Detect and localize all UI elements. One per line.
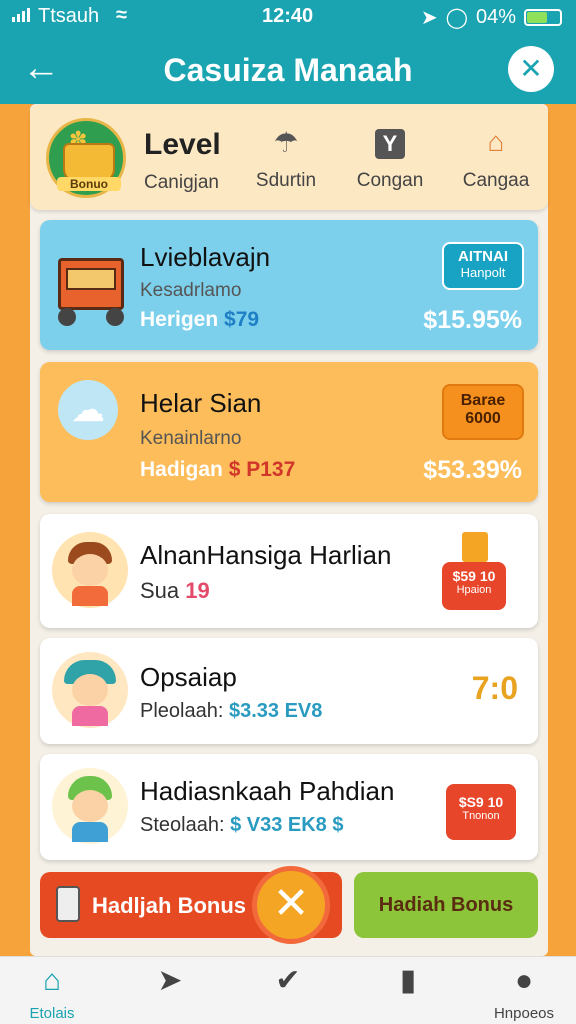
card-subtitle: Kenainlarno [140, 428, 242, 449]
umbrella-icon: ☂ [273, 127, 299, 158]
card-title: Lvieblavajn [140, 242, 271, 272]
girl-avatar-icon [52, 652, 128, 728]
reward-label: Herigen [140, 308, 219, 331]
bonus-button-right[interactable]: Hadiah Bonus [354, 872, 538, 938]
battery-icon [524, 9, 562, 26]
tab-label: Etolais [29, 1005, 75, 1022]
location-icon: ➤ [420, 7, 438, 29]
reward-value: $79 [224, 308, 260, 331]
jar-icon [56, 886, 80, 922]
reward-label: Hadigan [140, 458, 223, 481]
status-bar: Ttsauh ≈ 12:40 ➤ ◯ 04% [0, 0, 576, 34]
offer-card-3[interactable]: AlnanHansiga Harlian Sua 19 $59 10 Hpaio… [40, 514, 538, 628]
card-badge[interactable]: $S9 10 Tnonon [438, 766, 524, 852]
badge-bottom: 6000 [465, 410, 501, 427]
level-badge-label: Bonuo [57, 177, 121, 191]
offer-card-4[interactable]: Opsaiap Pleolaah: $3.33 EV8 7:0 [40, 638, 538, 744]
wifi-icon: ≈ [116, 4, 127, 26]
card-subtitle: Kesadrlamo [140, 280, 242, 301]
send-icon: ➤ [157, 964, 183, 997]
close-circle-button[interactable]: ✕ [252, 866, 330, 944]
level-badge-icon[interactable]: ✽ Bonuo [46, 118, 126, 198]
card-reward: Hadigan $ P137 [140, 458, 295, 482]
reward-value: $ P137 [228, 458, 296, 481]
level-bar: ✽ Bonuo Level Canigjan ☂ Sdurtin Y Conga… [30, 104, 548, 210]
profile-icon: ● [514, 964, 534, 997]
sub-label: Sua [140, 578, 180, 603]
badge-top: AITNAI [458, 248, 508, 265]
sub-label: Pleolaah: [140, 700, 224, 722]
page-title: Casuiza Manaah [163, 52, 413, 88]
offer-card-1[interactable]: Lvieblavajn Kesadrlamo Herigen $79 AITNA… [40, 220, 538, 350]
tab-send[interactable]: ➤ [120, 963, 220, 999]
house-icon: ⌂ [487, 126, 505, 157]
level-item-label: Cangaa [462, 170, 530, 191]
level-item-label: Sdurtin [255, 170, 317, 191]
card-title: AlnanHansiga Harlian [140, 540, 392, 570]
card-title: Hadiasnkaah Pahdian [140, 776, 395, 806]
card-badge[interactable]: AITNAI Hanpolt [442, 242, 524, 290]
signal-icon [12, 8, 30, 22]
level-item-label: Congan [356, 170, 424, 191]
level-title: Level [144, 128, 221, 161]
carrier-name: Ttsauh [38, 5, 100, 27]
battery-percent: 04% [475, 6, 516, 28]
card-subtitle: Sua 19 [140, 578, 210, 604]
close-icon[interactable]: ✕ [508, 46, 554, 92]
tab-profile[interactable]: ● Hnpoeos [474, 963, 574, 1022]
tab-check[interactable]: ✔ [238, 963, 338, 999]
card-badge[interactable]: $59 10 Hpaion [442, 532, 506, 610]
level-subtitle: Canigjan [144, 172, 219, 193]
card-subtitle: Steolaah: $ V33 EK8 $ [140, 814, 344, 837]
card-subtitle: Pleolaah: $3.33 EV8 [140, 700, 322, 723]
sub-value: 19 [185, 578, 210, 603]
tab-book[interactable]: ▮ [358, 963, 458, 999]
sub-value: $ V33 EK8 $ [230, 814, 344, 836]
card-reward: Herigen $79 [140, 308, 259, 332]
badge-bottom: Hanpolt [460, 265, 506, 280]
alarm-icon: ◯ [445, 7, 468, 29]
home-icon: ⌂ [42, 964, 62, 997]
level-item-cangaa[interactable]: ⌂ Cangaa [446, 126, 546, 192]
badge-top: Barae [460, 392, 506, 409]
badge-top: $S9 10 [458, 794, 504, 810]
tab-label: Hnpoeos [493, 1005, 555, 1022]
bonus-button-left-label: Hadljah Bonus [92, 893, 247, 918]
card-title: Helar Sian [140, 388, 262, 418]
card-value: 7:0 [471, 670, 518, 706]
boy-avatar-icon [52, 532, 128, 608]
status-time: 12:40 [262, 5, 314, 27]
book-icon: ▮ [399, 964, 417, 997]
sub-label: Steolaah: [140, 814, 225, 836]
cart-icon [54, 238, 130, 326]
level-item-sdurtin[interactable]: ☂ Sdurtin [236, 126, 336, 192]
card-percent: $53.39% [423, 456, 522, 484]
app-header: ← Casuiza Manaah ✕ [0, 34, 576, 104]
offer-card-2[interactable]: ☁ Helar Sian Kenainlarno Hadigan $ P137 … [40, 362, 538, 502]
badge-bottom: Hpaion [456, 584, 492, 596]
badge-bottom: Tnonon [462, 810, 500, 822]
check-circle-icon: ✔ [275, 964, 301, 997]
offer-card-5[interactable]: Hadiasnkaah Pahdian Steolaah: $ V33 EK8 … [40, 754, 538, 860]
cloud-icon: ☁ [58, 380, 118, 440]
tab-home[interactable]: ⌂ Etolais [2, 963, 102, 1022]
badge-top: $59 10 [452, 568, 496, 584]
kid-avatar-icon [52, 768, 128, 844]
bottom-tab-bar: ⌂ Etolais ➤ ✔ ▮ ● Hnpoeos [0, 956, 576, 1024]
level-item-congan[interactable]: Y Congan [340, 126, 440, 192]
card-percent: $15.95% [423, 306, 522, 334]
y-box-icon: Y [340, 126, 440, 162]
card-badge[interactable]: Barae 6000 [442, 384, 524, 440]
sub-value: $3.33 EV8 [228, 700, 323, 722]
card-title: Opsaiap [140, 662, 237, 692]
